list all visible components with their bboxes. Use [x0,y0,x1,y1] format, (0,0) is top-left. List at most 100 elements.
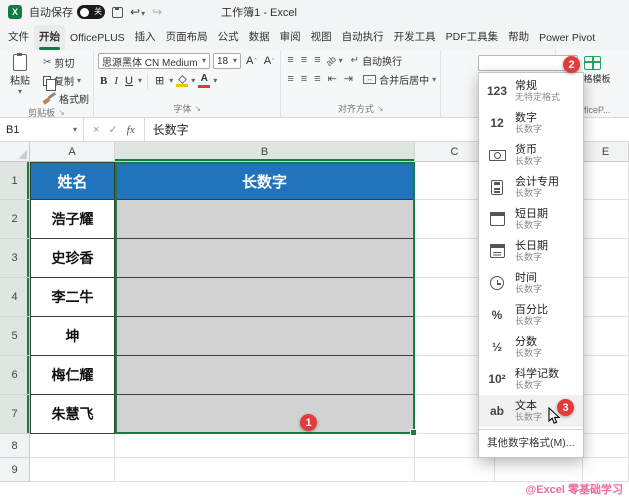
cell-b7[interactable] [115,395,415,434]
tab-developer[interactable]: 开发工具 [389,25,441,50]
cell[interactable] [30,434,115,458]
name-box[interactable]: B1 ▾ [0,118,84,141]
dialog-launcher-icon[interactable]: ↘ [58,108,65,117]
tab-help[interactable]: 帮助 [503,25,534,50]
borders-button[interactable]: ⊞ [153,75,166,87]
cell[interactable] [583,458,629,482]
cell[interactable] [495,458,583,482]
align-middle-button[interactable]: ≡ [299,55,309,66]
cell[interactable] [583,239,629,278]
cancel-entry-icon[interactable]: × [93,124,99,136]
chevron-down-icon[interactable]: ▾ [213,77,217,85]
format-option-general[interactable]: 123 常规 无特定格式 [479,75,583,107]
format-option-fraction[interactable]: ½ 分数 长数字 [479,331,583,363]
format-option-time[interactable]: 时间 长数字 [479,267,583,299]
row-header-1[interactable]: 1 [0,162,30,200]
cell[interactable] [583,317,629,356]
tab-page-layout[interactable]: 页面布局 [161,25,213,50]
save-icon[interactable] [112,6,123,18]
cell-a5[interactable]: 坤 [30,317,115,356]
font-color-button[interactable]: A [198,74,211,88]
select-all-corner[interactable] [0,142,30,162]
paste-button[interactable]: 粘贴 ▾ [4,53,36,106]
row-header-5[interactable]: 5 [0,317,30,356]
cell-a6[interactable]: 梅仁耀 [30,356,115,395]
underline-button[interactable]: U [123,75,135,87]
tab-automate[interactable]: 自动执行 [337,25,389,50]
align-bottom-button[interactable]: ≡ [312,55,322,66]
cell-a3[interactable]: 史珍香 [30,239,115,278]
cell[interactable] [583,200,629,239]
format-option-accounting[interactable]: 会计专用 长数字 [479,171,583,203]
copy-button[interactable]: 复制 ▾ [43,73,89,91]
fill-color-button[interactable] [176,74,189,87]
insert-function-icon[interactable]: fx [127,124,135,136]
align-right-button[interactable]: ≡ [312,74,322,85]
increase-font-button[interactable]: Aˆ [244,55,259,67]
column-header-e[interactable]: E [583,142,629,162]
merge-center-button[interactable]: ↔ 合并后居中 ▾ [363,72,436,87]
row-header-2[interactable]: 2 [0,200,30,239]
undo-button[interactable]: ↩ ▾ [130,6,145,18]
column-header-b[interactable]: B [115,142,415,162]
cell-a1[interactable]: 姓名 [30,162,115,200]
row-header-4[interactable]: 4 [0,278,30,317]
cell-a2[interactable]: 浩子耀 [30,200,115,239]
cell-b5[interactable] [115,317,415,356]
cut-button[interactable]: ✂ 剪切 [43,55,89,70]
cell[interactable] [415,458,495,482]
tab-power-pivot[interactable]: Power Pivot [534,28,600,50]
cell-b4[interactable] [115,278,415,317]
chevron-down-icon[interactable]: ▾ [339,56,343,65]
tab-pdf-tools[interactable]: PDF工具集 [441,25,504,50]
cell-b3[interactable] [115,239,415,278]
cell-a4[interactable]: 李二牛 [30,278,115,317]
row-header-9[interactable]: 9 [0,458,30,482]
chevron-down-icon[interactable]: ▾ [169,77,173,85]
format-option-currency[interactable]: 货币 长数字 [479,139,583,171]
tab-formulas[interactable]: 公式 [213,25,244,50]
format-option-long-date[interactable]: 长日期 长数字 [479,235,583,267]
more-number-formats[interactable]: 其他数字格式(M)... [479,429,583,455]
italic-button[interactable]: I [112,75,120,87]
cell[interactable] [30,458,115,482]
align-top-button[interactable]: ≡ [285,55,295,66]
fill-handle[interactable] [410,429,417,436]
cell[interactable] [115,458,415,482]
confirm-entry-icon[interactable]: ✓ [108,123,117,136]
tab-home[interactable]: 开始 [34,25,65,50]
format-option-scientific[interactable]: 10² 科学记数 长数字 [479,363,583,395]
cell[interactable] [583,162,629,200]
decrease-font-button[interactable]: Aˇ [262,55,277,67]
align-center-button[interactable]: ≡ [299,74,309,85]
tab-file[interactable]: 文件 [3,25,34,50]
align-left-button[interactable]: ≡ [285,74,295,85]
tab-review[interactable]: 审阅 [275,25,306,50]
redo-button[interactable]: ↪ [152,6,162,18]
dialog-launcher-icon[interactable]: ↘ [194,104,201,113]
cell-b6[interactable] [115,356,415,395]
cell[interactable] [583,356,629,395]
cell[interactable] [583,395,629,434]
increase-indent-button[interactable]: ⇥ [342,74,355,85]
autosave-toggle[interactable]: 自动保存 关 [29,4,105,20]
row-header-8[interactable]: 8 [0,434,30,458]
tab-view[interactable]: 视图 [306,25,337,50]
chevron-down-icon[interactable]: ▾ [191,77,195,85]
column-header-a[interactable]: A [30,142,115,162]
format-painter-button[interactable]: 格式刷 [43,91,89,106]
wrap-text-button[interactable]: ↵ 自动换行 [351,53,402,68]
font-name-combobox[interactable]: 思源黑体 CN Medium ▾ [98,53,210,69]
cell[interactable] [583,278,629,317]
cell-a7[interactable]: 朱慧飞 [30,395,115,434]
dialog-launcher-icon[interactable]: ↘ [377,104,384,113]
tab-officeplus[interactable]: OfficePLUS [65,28,130,50]
row-header-6[interactable]: 6 [0,356,30,395]
cell-b1-active[interactable]: 长数字 [115,162,415,200]
font-size-combobox[interactable]: 18 ▾ [213,53,241,69]
format-option-percentage[interactable]: % 百分比 长数字 [479,299,583,331]
row-header-3[interactable]: 3 [0,239,30,278]
tab-data[interactable]: 数据 [244,25,275,50]
bold-button[interactable]: B [98,75,109,87]
cell[interactable] [115,434,415,458]
